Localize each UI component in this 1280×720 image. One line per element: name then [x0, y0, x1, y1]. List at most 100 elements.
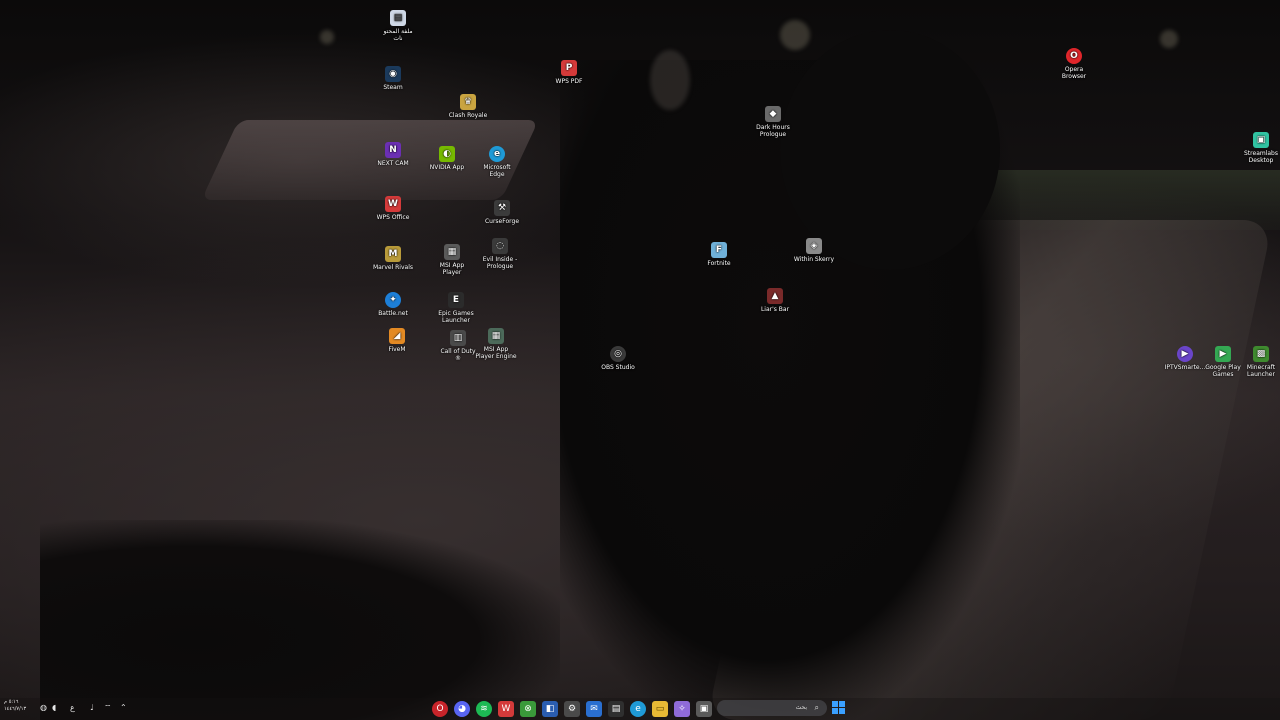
- desktop-icon-label: WPS PDF: [555, 78, 583, 85]
- desktop-icon-label: MSI App Player Engine: [475, 346, 517, 360]
- desktop: ▤ ملفة المحتو نات ◉ Steam P WPS PDF ♛ Cl…: [0, 0, 1280, 720]
- desktop-icon[interactable]: ◎ OBS Studio: [596, 346, 640, 371]
- speaker-icon[interactable]: ◖: [52, 703, 56, 713]
- clock-time: ٥:١٦ م: [4, 699, 19, 705]
- obs-studio-icon: ◎: [610, 346, 626, 362]
- desktop-icon-label: Within Skerry: [793, 256, 835, 263]
- windows-logo-pane: [832, 708, 838, 714]
- dark-hours-icon: ◆: [765, 106, 781, 122]
- desktop-icon[interactable]: O Opera Browser: [1052, 48, 1096, 80]
- desktop-icon[interactable]: ▦ MSI App Player Engine: [474, 328, 518, 360]
- opera-icon: O: [1066, 48, 1082, 64]
- desktop-icon-label: Streamlabs Desktop: [1244, 150, 1278, 164]
- steam-icon: ◉: [385, 66, 401, 82]
- search-icon: ⌕: [814, 703, 819, 712]
- copilot-icon[interactable]: ✧: [674, 701, 690, 717]
- nvidia-icon: ◐: [439, 146, 455, 162]
- windows-logo-icon: [832, 701, 838, 707]
- xbox-icon[interactable]: ⊗: [520, 701, 536, 717]
- desktop-icon[interactable]: W WPS Office: [371, 196, 415, 221]
- streamlabs-icon: ▣: [1253, 132, 1269, 148]
- shield-icon[interactable]: ◧: [542, 701, 558, 717]
- desktop-icon[interactable]: ⚒ CurseForge: [480, 200, 524, 225]
- desktop-icon[interactable]: F Fortnite: [697, 242, 741, 267]
- desktop-icon-label: Battle.net: [378, 310, 408, 317]
- language-icon[interactable]: ع: [70, 703, 75, 713]
- desktop-icon[interactable]: P WPS PDF: [547, 60, 591, 85]
- desktop-icon-label: NVIDIA App: [429, 164, 465, 171]
- desktop-icon[interactable]: ◆ Dark Hours Prologue: [751, 106, 795, 138]
- desktop-icon[interactable]: ▣ Streamlabs Desktop: [1239, 132, 1280, 164]
- epic-games-icon: E: [448, 292, 464, 308]
- evil-inside-icon: ◌: [492, 238, 508, 254]
- desktop-icon[interactable]: e Microsoft Edge: [475, 146, 519, 178]
- next-cam-icon: N: [385, 142, 401, 158]
- desktop-icon-label: Liar's Bar: [760, 306, 790, 313]
- search-placeholder: بحث: [795, 704, 807, 711]
- desktop-icon[interactable]: ▲ Liar's Bar: [753, 288, 797, 313]
- chevron-up-icon[interactable]: ⌃: [120, 703, 127, 713]
- desktop-icon[interactable]: ▩ Minecraft Launcher: [1239, 346, 1280, 378]
- system-clock[interactable]: ٥:١٦ م ١٤٤٦/٧/١٣: [4, 699, 26, 713]
- desktop-icon-label: Opera Browser: [1061, 66, 1087, 80]
- desktop-icon-label: OBS Studio: [601, 364, 635, 371]
- desktop-icon[interactable]: ◢ FiveM: [375, 328, 419, 353]
- desktop-icon-label: Epic Games Launcher: [438, 310, 474, 324]
- desktop-icon-label: NEXT CAM: [377, 160, 409, 167]
- wallpaper-bokeh: [320, 30, 334, 44]
- desktop-icon[interactable]: ✦ Battle.net: [371, 292, 415, 317]
- spotify-icon[interactable]: ≋: [476, 701, 492, 717]
- call-of-duty-icon: ▥: [450, 330, 466, 346]
- search-box[interactable]: بحث ⌕: [717, 700, 827, 716]
- desktop-icon-label: MSI App Player: [439, 262, 465, 276]
- desktop-icon[interactable]: ◐ NVIDIA App: [425, 146, 469, 171]
- msi-app-player-icon: ▦: [444, 244, 460, 260]
- desktop-icon[interactable]: ♛ Clash Royale: [446, 94, 490, 119]
- google-play-games-icon: ▶: [1215, 346, 1231, 362]
- wps-office-icon[interactable]: W: [498, 701, 514, 717]
- desktop-icon-label: CurseForge: [484, 218, 520, 225]
- windows-logo-pane: [839, 701, 845, 707]
- desktop-icon-label: Steam: [383, 84, 403, 91]
- desktop-icon[interactable]: ◌ Evil Inside - Prologue: [478, 238, 522, 270]
- store-icon[interactable]: ▤: [608, 701, 624, 717]
- desktop-icon[interactable]: ▦ MSI App Player: [430, 244, 474, 276]
- wallpaper-bokeh: [650, 50, 690, 110]
- desktop-icon[interactable]: M Marvel Rivals: [371, 246, 415, 271]
- within-skerry-icon: ◈: [806, 238, 822, 254]
- start-button[interactable]: [832, 701, 845, 714]
- desktop-icon[interactable]: E Epic Games Launcher: [434, 292, 478, 324]
- desktop-icon[interactable]: ◈ Within Skerry: [792, 238, 836, 263]
- desktop-icon[interactable]: N NEXT CAM: [371, 142, 415, 167]
- microphone-icon[interactable]: ♩: [90, 703, 94, 713]
- desktop-icon[interactable]: ◉ Steam: [371, 66, 415, 91]
- fivem-icon: ◢: [389, 328, 405, 344]
- desktop-icon-label: Marvel Rivals: [373, 264, 413, 271]
- fortnite-icon: F: [711, 242, 727, 258]
- edge-icon[interactable]: e: [630, 701, 646, 717]
- notification-icon[interactable]: ◍: [40, 703, 47, 713]
- msi-app-player-engine-icon: ▦: [488, 328, 504, 344]
- desktop-icon-label: FiveM: [388, 346, 406, 353]
- opera-icon[interactable]: O: [432, 701, 448, 717]
- wallpaper-bokeh: [780, 20, 810, 50]
- desktop-icon-label: Evil Inside - Prologue: [482, 256, 518, 270]
- gear-icon[interactable]: ⚙: [564, 701, 580, 717]
- mail-icon[interactable]: ✉: [586, 701, 602, 717]
- desktop-icon-label: ملفة المحتو نات: [383, 28, 413, 42]
- desktop-icon-label: Clash Royale: [448, 112, 488, 119]
- task-view-icon[interactable]: ▣: [696, 701, 712, 717]
- wallpaper-lawn: [960, 170, 1280, 230]
- wallpaper-person: [560, 60, 1020, 720]
- clock-date: ١٤٤٦/٧/١٣: [4, 706, 27, 712]
- discord-icon[interactable]: ◕: [454, 701, 470, 717]
- folder-icon[interactable]: ▭: [652, 701, 668, 717]
- wifi-icon[interactable]: ⌔: [104, 703, 112, 713]
- edge-icon: e: [489, 146, 505, 162]
- desktop-icon-label: WPS Office: [376, 214, 410, 221]
- desktop-icon-label: Dark Hours Prologue: [756, 124, 790, 138]
- iptv-smarters-icon: ▶: [1177, 346, 1193, 362]
- minecraft-launcher-icon: ▩: [1253, 346, 1269, 362]
- battle-net-icon: ✦: [385, 292, 401, 308]
- desktop-icon[interactable]: ▤ ملفة المحتو نات: [376, 10, 420, 42]
